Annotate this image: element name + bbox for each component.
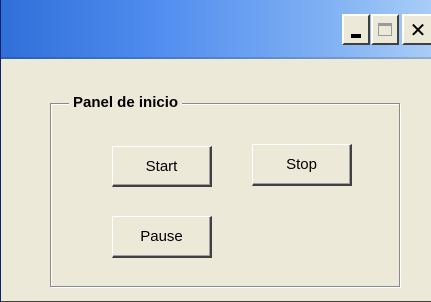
close-button[interactable]: ✕ <box>402 14 431 45</box>
minimize-icon <box>351 33 361 38</box>
panel-groupbox <box>50 103 400 287</box>
panel-title: Panel de inicio <box>69 93 183 113</box>
maximize-icon <box>378 23 392 36</box>
start-button[interactable]: Start <box>112 146 212 187</box>
pause-button[interactable]: Pause <box>112 216 212 258</box>
stop-button[interactable]: Stop <box>252 144 352 186</box>
close-icon: ✕ <box>409 17 427 42</box>
application-window: ✕ Panel de inicio Start Stop Pause <box>0 0 431 302</box>
minimize-button[interactable] <box>342 14 370 45</box>
maximize-button[interactable] <box>371 14 399 45</box>
